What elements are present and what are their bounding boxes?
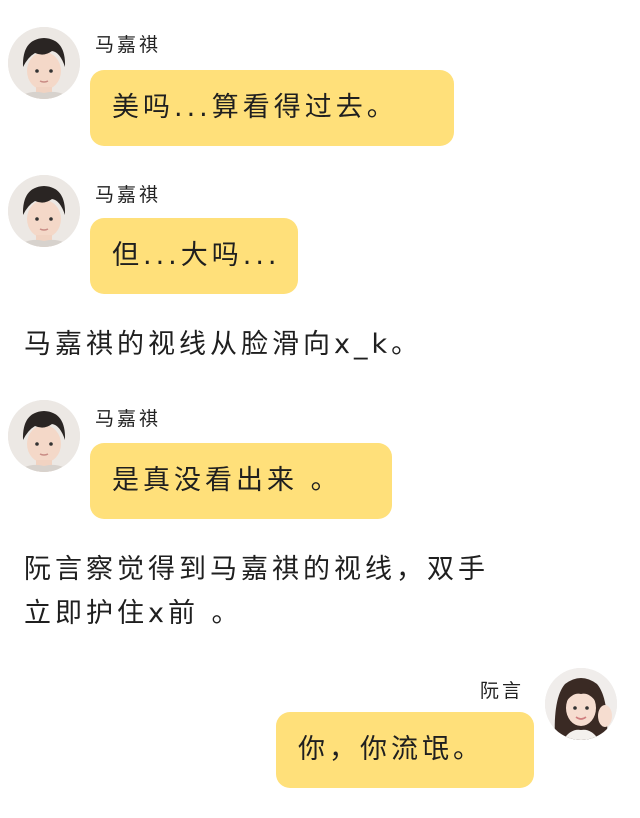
chat-bubble[interactable]: 你，你流氓。 — [276, 712, 534, 788]
chat-bubble[interactable]: 美吗...算看得过去。 — [90, 70, 454, 146]
avatar-majiaqi[interactable] — [8, 27, 80, 99]
chat-bubble[interactable]: 是真没看出来 。 — [90, 443, 392, 519]
sender-name: 马嘉祺 — [95, 184, 162, 206]
avatar-ruanyan[interactable] — [545, 668, 617, 740]
sender-name: 马嘉祺 — [95, 408, 162, 430]
avatar-majiaqi[interactable] — [8, 400, 80, 472]
sender-name: 阮言 — [480, 680, 525, 702]
boy-avatar-icon — [8, 175, 80, 247]
boy-avatar-icon — [8, 27, 80, 99]
sender-name: 马嘉祺 — [95, 34, 162, 56]
narration-line: 立即护住x前 。 — [24, 598, 243, 629]
boy-avatar-icon — [8, 400, 80, 472]
avatar-majiaqi[interactable] — [8, 175, 80, 247]
chat-bubble[interactable]: 但...大吗... — [90, 218, 298, 294]
narration-line: 阮言察觉得到马嘉祺的视线，双手 — [24, 554, 489, 585]
narration-line: 马嘉祺的视线从脸滑向x_k。 — [24, 329, 423, 360]
girl-avatar-icon — [545, 668, 617, 740]
narration-text: 马嘉祺的视线从脸滑向x_k。 — [24, 323, 422, 367]
narration-text: 阮言察觉得到马嘉祺的视线，双手 立即护住x前 。 — [24, 548, 489, 636]
